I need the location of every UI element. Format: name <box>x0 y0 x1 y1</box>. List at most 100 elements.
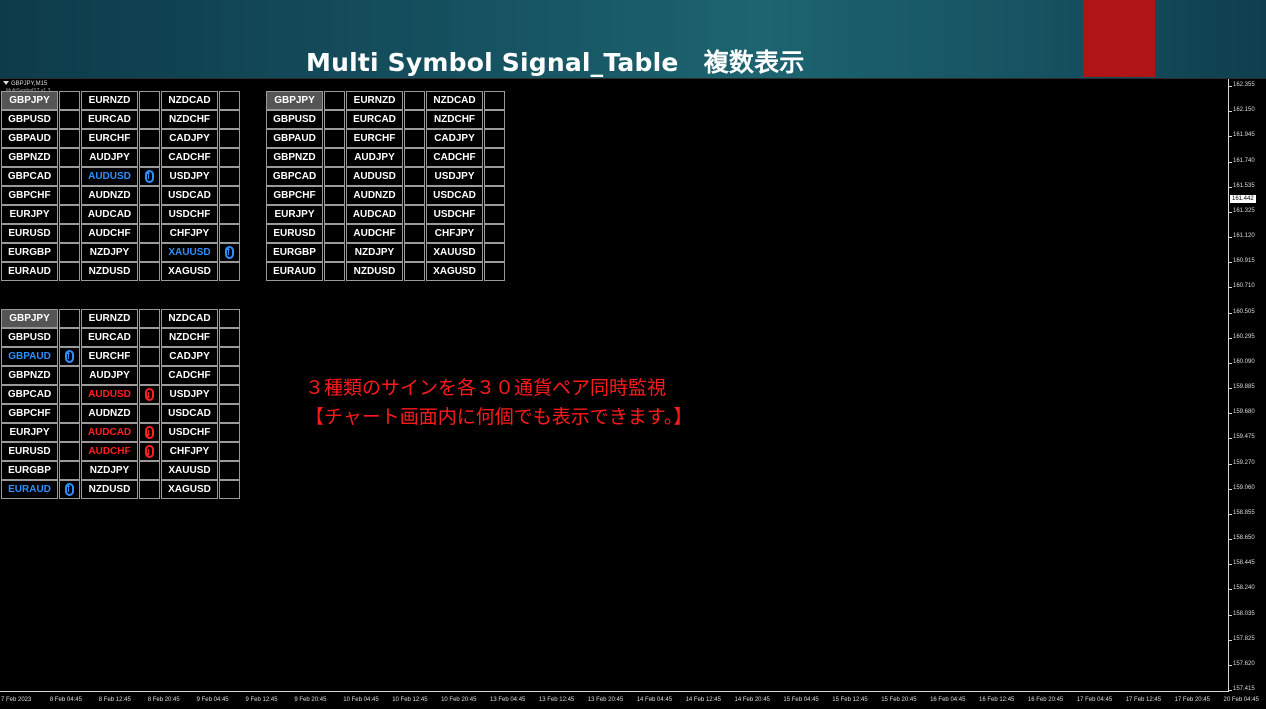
symbol-button[interactable]: XAGUSD <box>161 480 218 499</box>
symbol-button[interactable]: USDCAD <box>161 404 218 423</box>
symbol-button[interactable]: EURNZD <box>81 91 138 110</box>
symbol-button[interactable]: AUDJPY <box>81 366 138 385</box>
symbol-button[interactable]: GBPNZD <box>1 366 58 385</box>
chart-plot-area[interactable]: GBPJPY,M15 MultiSymbolST v1.3 GBPJPYGBPU… <box>0 79 1229 692</box>
symbol-button[interactable]: EURUSD <box>1 224 58 243</box>
symbol-button[interactable]: AUDNZD <box>81 186 138 205</box>
symbol-button[interactable]: GBPAUD <box>1 347 58 366</box>
symbol-button[interactable]: NZDUSD <box>81 262 138 281</box>
symbol-button[interactable]: GBPJPY <box>1 309 58 328</box>
symbol-button[interactable]: NZDCAD <box>426 91 483 110</box>
price-axis[interactable]: 161.442 162.355 162.150 161.945 161.740 161.… <box>1229 79 1266 692</box>
time-tick-label: 13 Feb 12:45 <box>538 697 575 703</box>
symbol-button[interactable]: EURJPY <box>1 423 58 442</box>
chart-window[interactable]: GBPJPY,M15 MultiSymbolST v1.3 GBPJPYGBPU… <box>0 78 1266 709</box>
symbol-button[interactable]: AUDCHF <box>81 224 138 243</box>
signal-cell <box>484 205 505 224</box>
signal-cell <box>139 205 160 224</box>
symbol-button[interactable]: CADJPY <box>426 129 483 148</box>
symbol-button[interactable]: AUDCHF <box>346 224 403 243</box>
symbol-button[interactable]: EURUSD <box>266 224 323 243</box>
symbol-button[interactable]: NZDJPY <box>346 243 403 262</box>
symbol-button[interactable]: AUDNZD <box>346 186 403 205</box>
current-price-label: 161.442 <box>1230 195 1256 203</box>
symbol-button[interactable]: EURJPY <box>1 205 58 224</box>
symbol-button[interactable]: EURJPY <box>266 205 323 224</box>
symbol-button[interactable]: GBPNZD <box>1 148 58 167</box>
symbol-button[interactable]: EURCAD <box>81 328 138 347</box>
symbol-button[interactable]: EURCHF <box>81 347 138 366</box>
symbol-button[interactable]: GBPAUD <box>1 129 58 148</box>
symbol-button[interactable]: AUDCAD <box>81 205 138 224</box>
symbol-button[interactable]: GBPAUD <box>266 129 323 148</box>
symbol-button[interactable]: USDCHF <box>426 205 483 224</box>
symbol-button[interactable]: NZDCHF <box>426 110 483 129</box>
symbol-button[interactable]: XAGUSD <box>161 262 218 281</box>
symbol-button[interactable]: EURNZD <box>81 309 138 328</box>
symbol-button[interactable]: NZDJPY <box>81 461 138 480</box>
symbol-button[interactable]: AUDUSD <box>81 385 138 404</box>
symbol-button[interactable]: CADJPY <box>161 129 218 148</box>
symbol-button[interactable]: GBPNZD <box>266 148 323 167</box>
symbol-button[interactable]: GBPCHF <box>266 186 323 205</box>
symbol-button[interactable]: AUDJPY <box>81 148 138 167</box>
time-axis[interactable]: 7 Feb 2023 8 Feb 04:45 8 Feb 12:45 8 Feb 20… <box>0 692 1259 709</box>
signal-cell <box>324 224 345 243</box>
symbol-button[interactable]: XAUUSD <box>161 461 218 480</box>
symbol-button[interactable]: USDJPY <box>426 167 483 186</box>
dropdown-triangle-icon[interactable] <box>3 81 9 86</box>
symbol-button[interactable]: GBPCAD <box>1 385 58 404</box>
symbol-button[interactable]: AUDCHF <box>81 442 138 461</box>
symbol-button[interactable]: AUDNZD <box>81 404 138 423</box>
symbol-button[interactable]: EURNZD <box>346 91 403 110</box>
symbol-button[interactable]: EURCAD <box>346 110 403 129</box>
symbol-button[interactable]: EURAUD <box>266 262 323 281</box>
symbol-button[interactable]: CHFJPY <box>161 442 218 461</box>
symbol-button[interactable]: AUDUSD <box>346 167 403 186</box>
symbol-button[interactable]: EURCAD <box>81 110 138 129</box>
symbol-button[interactable]: NZDCHF <box>161 110 218 129</box>
symbol-button[interactable]: EURAUD <box>1 262 58 281</box>
symbol-button[interactable]: EURCHF <box>81 129 138 148</box>
symbol-button[interactable]: GBPUSD <box>1 110 58 129</box>
symbol-button[interactable]: GBPCHF <box>1 404 58 423</box>
symbol-button[interactable]: NZDCAD <box>161 309 218 328</box>
symbol-button[interactable]: XAUUSD <box>161 243 218 262</box>
symbol-button[interactable]: CADJPY <box>161 347 218 366</box>
symbol-button[interactable]: EURGBP <box>266 243 323 262</box>
symbol-button[interactable]: GBPJPY <box>1 91 58 110</box>
symbol-button[interactable]: NZDJPY <box>81 243 138 262</box>
symbol-button[interactable]: EURAUD <box>1 480 58 499</box>
symbol-button[interactable]: GBPJPY <box>266 91 323 110</box>
symbol-button[interactable]: GBPUSD <box>266 110 323 129</box>
symbol-button[interactable]: AUDUSD <box>81 167 138 186</box>
symbol-button[interactable]: EURCHF <box>346 129 403 148</box>
symbol-button[interactable]: NZDCHF <box>161 328 218 347</box>
symbol-button[interactable]: NZDUSD <box>81 480 138 499</box>
symbol-button[interactable]: XAGUSD <box>426 262 483 281</box>
symbol-button[interactable]: EURGBP <box>1 461 58 480</box>
symbol-button[interactable]: CADCHF <box>426 148 483 167</box>
symbol-button[interactable]: NZDUSD <box>346 262 403 281</box>
symbol-button[interactable]: GBPUSD <box>1 328 58 347</box>
symbol-button[interactable]: USDCHF <box>161 205 218 224</box>
symbol-button[interactable]: CADCHF <box>161 148 218 167</box>
symbol-button[interactable]: AUDCAD <box>346 205 403 224</box>
symbol-button[interactable]: USDJPY <box>161 385 218 404</box>
symbol-button[interactable]: USDCAD <box>426 186 483 205</box>
symbol-button[interactable]: NZDCAD <box>161 91 218 110</box>
symbol-button[interactable]: GBPCHF <box>1 186 58 205</box>
symbol-button[interactable]: CADCHF <box>161 366 218 385</box>
symbol-button[interactable]: USDCAD <box>161 186 218 205</box>
symbol-button[interactable]: AUDJPY <box>346 148 403 167</box>
symbol-button[interactable]: USDCHF <box>161 423 218 442</box>
symbol-button[interactable]: CHFJPY <box>161 224 218 243</box>
symbol-button[interactable]: CHFJPY <box>426 224 483 243</box>
symbol-button[interactable]: GBPCAD <box>266 167 323 186</box>
symbol-button[interactable]: AUDCAD <box>81 423 138 442</box>
symbol-button[interactable]: GBPCAD <box>1 167 58 186</box>
symbol-button[interactable]: EURUSD <box>1 442 58 461</box>
symbol-button[interactable]: USDJPY <box>161 167 218 186</box>
symbol-button[interactable]: EURGBP <box>1 243 58 262</box>
symbol-button[interactable]: XAUUSD <box>426 243 483 262</box>
